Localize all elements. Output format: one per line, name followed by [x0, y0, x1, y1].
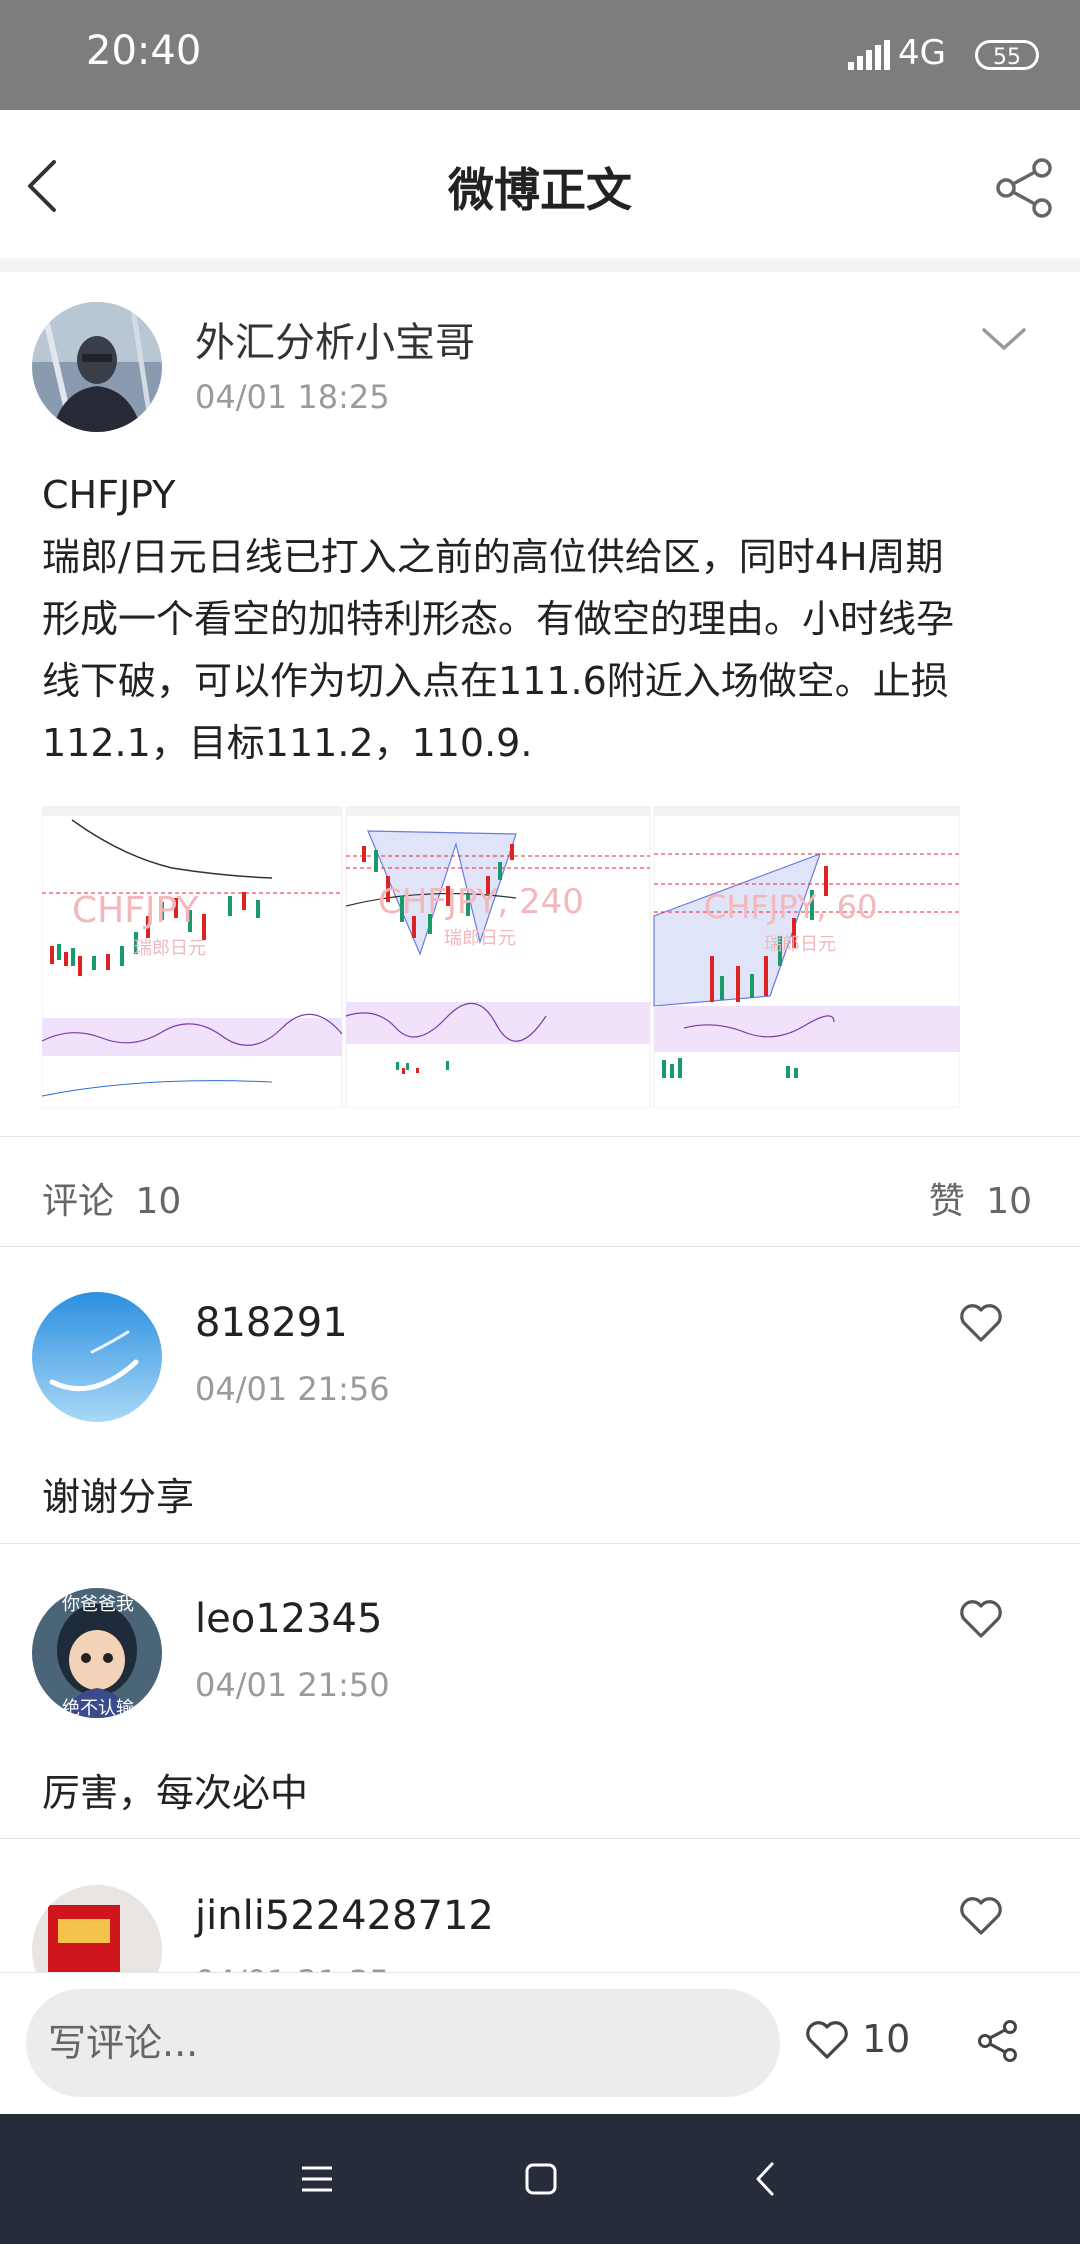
comment-input[interactable] — [26, 1989, 780, 2097]
avatar-photo — [32, 302, 162, 432]
comment-bar: 10 — [0, 1972, 1080, 2115]
comment-username[interactable]: leo12345 — [195, 1596, 382, 1642]
signal-icon — [848, 40, 890, 70]
network-type: 4G — [898, 33, 946, 73]
comment-avatar[interactable]: 你爸爸我 绝不认输 — [32, 1588, 162, 1718]
post-content: CHFJPY 瑞郎/日元日线已打入之前的高位供给区，同时4H周期 形成一个看空的… — [42, 464, 1042, 774]
post-content-line: 112.1，目标111.2，110.9. — [42, 721, 533, 765]
chevron-down-icon[interactable] — [980, 326, 1028, 354]
post-time: 04/01 18:25 — [195, 378, 390, 416]
avatar-red — [32, 1885, 162, 1972]
post-images[interactable]: CHFJPY 瑞郎日元 CHFJPY, 240 瑞郎日元 CHFJPY, 60 … — [41, 805, 961, 1109]
heart-icon[interactable] — [958, 1596, 1004, 1642]
comment-item-partial: jinli522428712 04/01 21:35 — [0, 1839, 1080, 1972]
chart-image-3 — [653, 805, 961, 1109]
system-nav-bar — [0, 2114, 1080, 2244]
author-avatar[interactable] — [32, 302, 162, 432]
comment-time: 04/01 21:35 — [195, 1963, 390, 1972]
comment-text: 厉害，每次必中 — [42, 1771, 309, 1815]
divider — [0, 1136, 1080, 1137]
top-nav-bar: 微博正文 — [0, 110, 1080, 259]
avatar-caption-top: 你爸爸我 — [62, 1594, 134, 1615]
chart-sub-3: 瑞郎日元 — [764, 934, 836, 955]
page-title: 微博正文 — [448, 163, 632, 217]
comment-avatar[interactable] — [32, 1292, 162, 1422]
status-time: 20:40 — [86, 28, 202, 74]
comment-username[interactable]: 818291 — [195, 1300, 348, 1346]
likes-count[interactable]: 赞 10 — [929, 1172, 1032, 1224]
divider — [0, 1543, 1080, 1544]
chart-watermark-2: CHFJPY, 240 — [378, 882, 584, 922]
likes-number: 10 — [986, 1181, 1032, 1222]
comment-time: 04/01 21:56 — [195, 1370, 390, 1408]
comments-label: 评论 — [42, 1181, 115, 1222]
menu-icon[interactable] — [300, 2162, 334, 2196]
heart-icon[interactable] — [958, 1300, 1004, 1346]
chart-image-2 — [345, 805, 651, 1109]
home-square-icon[interactable] — [524, 2162, 558, 2196]
comment-username[interactable]: jinli522428712 — [195, 1893, 494, 1939]
comment-text: 谢谢分享 — [42, 1475, 195, 1519]
share-icon[interactable] — [994, 158, 1054, 218]
chart-watermark-3: CHFJPY, 60 — [704, 888, 878, 926]
comments-count[interactable]: 评论 10 — [42, 1172, 181, 1224]
section-gap — [0, 258, 1080, 272]
comments-number: 10 — [135, 1181, 182, 1222]
chart-watermark-1: CHFJPY — [72, 890, 199, 931]
post-content-line: CHFJPY — [42, 473, 176, 517]
chart-sub-1: 瑞郎日元 — [134, 938, 206, 959]
divider — [0, 1246, 1080, 1247]
battery-indicator: 55 — [975, 40, 1039, 70]
like-count: 10 — [862, 2017, 911, 2061]
avatar-caption-bottom: 绝不认输 — [62, 1698, 134, 1718]
post-content-line: 形成一个看空的加特利形态。有做空的理由。小时线孕 — [42, 597, 955, 641]
chart-sub-2: 瑞郎日元 — [444, 928, 516, 949]
avatar-sky — [32, 1292, 162, 1422]
nav-back-icon[interactable] — [752, 2160, 778, 2198]
comment-avatar[interactable] — [32, 1885, 162, 1972]
post-content-line: 瑞郎/日元日线已打入之前的高位供给区，同时4H周期 — [42, 535, 944, 579]
likes-label: 赞 — [928, 1181, 965, 1222]
author-name[interactable]: 外汇分析小宝哥 — [195, 310, 475, 368]
post-content-line: 线下破，可以作为切入点在111.6附近入场做空。止损 — [42, 659, 949, 703]
heart-icon[interactable] — [804, 2017, 850, 2063]
status-bar: 20:40 4G 55 — [0, 0, 1080, 110]
heart-icon[interactable] — [958, 1893, 1004, 1939]
share-icon[interactable] — [976, 2019, 1020, 2063]
comment-time: 04/01 21:50 — [195, 1666, 390, 1704]
